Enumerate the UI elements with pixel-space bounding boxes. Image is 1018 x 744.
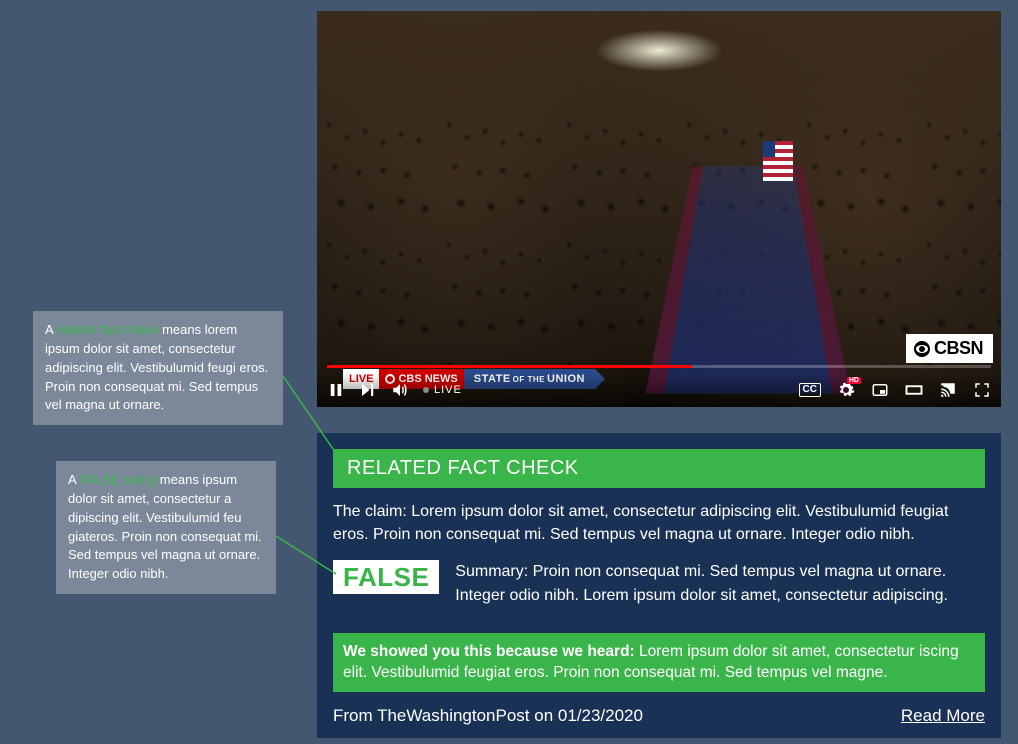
settings-button[interactable]: HD (837, 381, 855, 399)
callout-text-prefix: A (45, 322, 57, 337)
fact-check-summary: Summary: Proin non consequat mi. Sed tem… (455, 560, 985, 606)
pause-icon (327, 381, 345, 399)
fact-check-claim: The claim: Lorem ipsum dolor sit amet, c… (333, 500, 985, 546)
live-dot-icon (423, 387, 429, 393)
callout-false-rating: A FALSE rating means ipsum dolor sit ame… (56, 461, 276, 594)
video-progress-done (327, 365, 692, 368)
callout-highlight: FALSE rating (80, 472, 157, 487)
fullscreen-button[interactable] (973, 381, 991, 399)
rating-badge: FALSE (333, 560, 439, 594)
theater-button[interactable] (905, 381, 923, 399)
callout-text-prefix: A (68, 472, 80, 487)
callout-related-fact-check: A related fact check means lorem ipsum d… (33, 311, 283, 425)
cast-icon (939, 381, 957, 399)
captions-button[interactable]: CC (799, 383, 821, 397)
reason-bold: We showed you this because we heard: (343, 643, 635, 660)
callout-highlight: related fact check (57, 322, 159, 337)
next-icon (359, 381, 377, 399)
miniplayer-icon (871, 381, 889, 399)
volume-icon (391, 381, 409, 399)
live-indicator[interactable]: LIVE (423, 384, 462, 396)
next-button[interactable] (359, 381, 377, 399)
hd-badge: HD (847, 377, 861, 384)
callout-text-rest: means ipsum dolor sit amet, consectetur … (68, 472, 262, 581)
fact-check-reason: We showed you this because we heard: Lor… (333, 633, 985, 692)
video-controls: LIVE CC HD (317, 373, 1001, 407)
read-more-link[interactable]: Read More (901, 706, 985, 726)
fullscreen-icon (973, 381, 991, 399)
live-indicator-label: LIVE (434, 384, 462, 396)
cbs-eye-icon (914, 341, 930, 357)
fact-check-source: From TheWashingtonPost on 01/23/2020 (333, 706, 643, 726)
us-flag-icon (763, 141, 793, 181)
pause-button[interactable] (327, 381, 345, 399)
cast-button[interactable] (939, 381, 957, 399)
cbsn-watermark: CBSN (906, 334, 993, 363)
volume-button[interactable] (391, 381, 409, 399)
cbsn-watermark-text: CBSN (934, 338, 983, 359)
miniplayer-button[interactable] (871, 381, 889, 399)
fact-check-header: RELATED FACT CHECK (333, 449, 985, 488)
theater-icon (905, 381, 923, 399)
video-progress-bar[interactable] (327, 365, 991, 368)
video-player[interactable]: CBSN LIVE CBS NEWS STATE OF THE UNION (317, 11, 1001, 407)
fact-check-card: RELATED FACT CHECK The claim: Lorem ipsu… (317, 433, 1001, 738)
